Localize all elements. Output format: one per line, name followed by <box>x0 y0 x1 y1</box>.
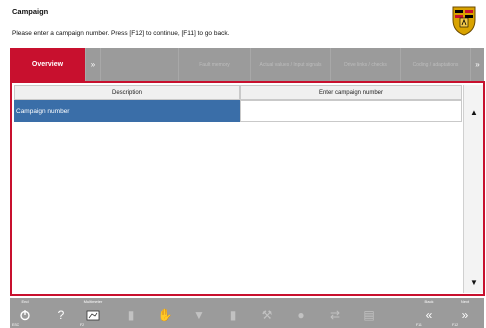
porsche-crest-icon <box>452 6 476 36</box>
double-chevron-right-icon: » <box>461 308 469 322</box>
instruction-text: Please enter a campaign number. Press [F… <box>12 30 230 37</box>
help-icon: ? <box>57 308 65 322</box>
multimeter-button[interactable]: Multimeter F2 <box>78 298 108 328</box>
next-button[interactable]: Next » F12 <box>450 298 480 328</box>
record-icon: ● <box>297 308 305 322</box>
document-icon: ▤ <box>363 308 375 322</box>
scroll-down-icon[interactable]: ▼ <box>464 271 484 293</box>
function-toolbar: End ESC ? Multimeter F2 ▮ ✋ ▼ ▮ ⚒ ● ⇄ ▤ … <box>10 298 484 328</box>
tab-blank[interactable] <box>100 48 178 81</box>
tab-drive-links[interactable]: Drive links / checks <box>330 48 400 81</box>
page-title: Campaign <box>12 7 49 16</box>
tab-overview[interactable]: Overview <box>10 48 85 81</box>
tab-actual-values[interactable]: Actual values / Input signals <box>250 48 330 81</box>
multimeter-icon <box>86 310 100 320</box>
scrollbar[interactable]: ▲ ▼ <box>463 85 483 293</box>
tab-scroll-left[interactable]: » <box>85 48 100 81</box>
battery-icon: ▮ <box>229 308 237 322</box>
tab-scroll-right[interactable]: » <box>470 48 484 81</box>
tab-bar: Overview » Fault memory Actual values / … <box>10 48 484 81</box>
column-header-campaign-number: Enter campaign number <box>240 85 462 100</box>
tab-fault-memory[interactable]: Fault memory <box>178 48 250 81</box>
wrench-icon: ⚒ <box>261 308 273 322</box>
help-button[interactable]: ? <box>46 298 76 328</box>
campaign-table: Description Enter campaign number Campai… <box>14 85 462 293</box>
scroll-up-icon[interactable]: ▲ <box>464 101 484 123</box>
bar-chart-icon: ▮ <box>127 308 135 322</box>
content-frame: Description Enter campaign number Campai… <box>10 81 485 296</box>
column-header-description: Description <box>14 85 240 100</box>
tab-coding[interactable]: Coding / adaptations <box>400 48 470 81</box>
table-row-description[interactable]: Campaign number <box>14 100 240 122</box>
double-chevron-left-icon: « <box>425 308 433 322</box>
filter-icon: ▼ <box>193 308 205 322</box>
end-button[interactable]: End ESC <box>10 298 40 328</box>
link-icon: ⇄ <box>329 308 341 322</box>
hand-icon: ✋ <box>157 308 173 322</box>
header: Campaign Please enter a campaign number.… <box>0 0 486 44</box>
back-button[interactable]: Back « F11 <box>414 298 444 328</box>
power-icon <box>20 310 30 321</box>
campaign-number-input[interactable] <box>240 100 462 122</box>
